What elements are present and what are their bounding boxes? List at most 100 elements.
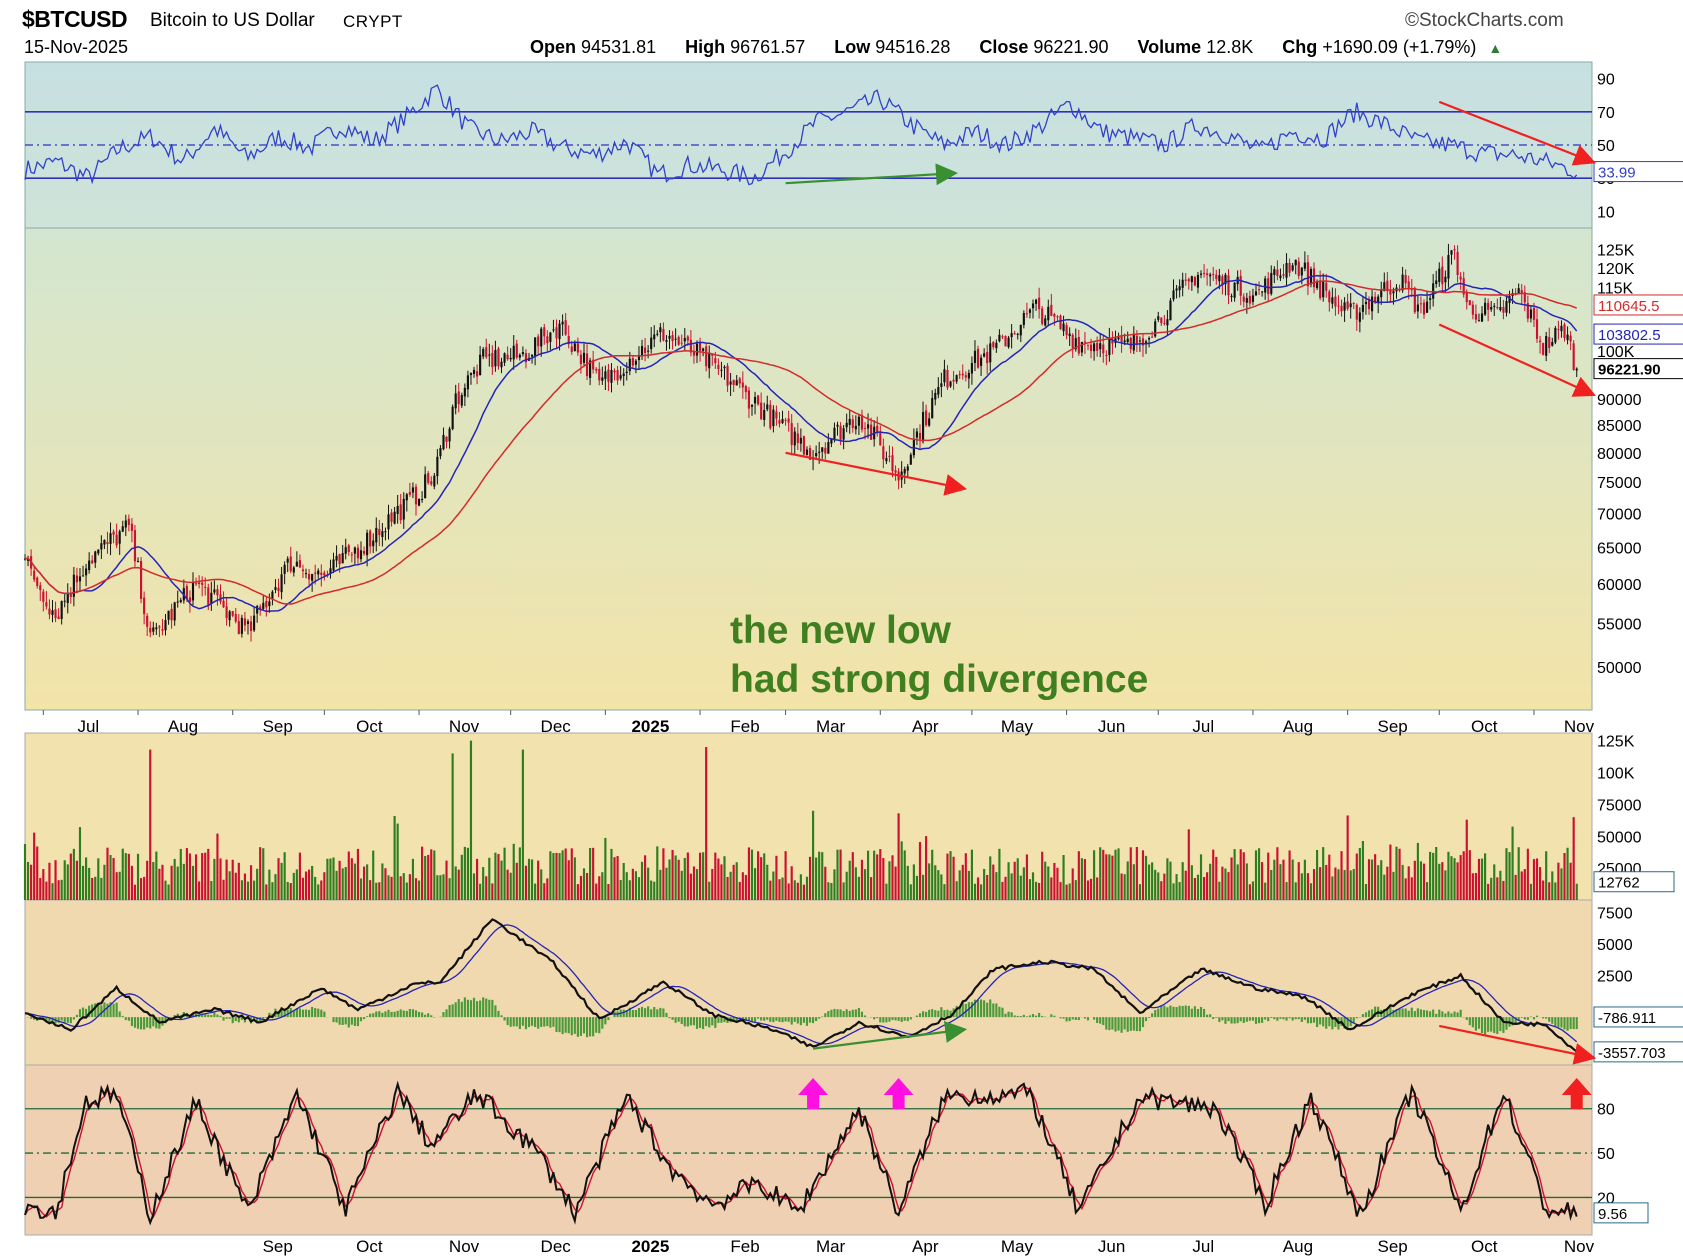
macd-histogram-bar: [219, 1015, 222, 1018]
macd-histogram-bar: [1096, 1017, 1099, 1023]
divergence-annotation: the new low had strong divergence: [730, 606, 1148, 704]
macd-histogram-bar: [515, 1017, 518, 1027]
price-candle: [85, 568, 88, 576]
price-candle: [1322, 281, 1325, 298]
macd-histogram-bar: [1154, 1010, 1157, 1018]
macd-histogram-bar: [430, 1015, 433, 1018]
price-candle: [662, 328, 665, 341]
volume-bar: [708, 881, 711, 900]
macd-histogram-bar: [1288, 1017, 1291, 1019]
macd-histogram-bar: [647, 1006, 650, 1018]
macd-histogram-bar: [130, 1017, 133, 1027]
volume-bar: [1538, 867, 1542, 900]
volume-bar: [103, 864, 106, 900]
volume-bar: [1462, 851, 1465, 900]
macd-histogram-bar: [75, 1014, 79, 1018]
macd-histogram-bar: [304, 1009, 308, 1018]
macd-histogram-bar: [399, 1009, 402, 1018]
volume-bar: [433, 850, 436, 900]
rsi-last-value: 33.99: [1598, 165, 1636, 182]
volume-bar: [1526, 848, 1529, 900]
volume-bar: [763, 853, 766, 900]
macd-histogram-bar: [1123, 1017, 1126, 1030]
volume-bar: [387, 875, 390, 900]
volume-bar: [161, 864, 164, 900]
price-candle: [659, 327, 662, 333]
price-candle: [549, 332, 552, 342]
volume-bar: [439, 875, 442, 900]
volume-bar: [45, 881, 48, 900]
macd-histogram-bar: [753, 1017, 757, 1022]
price-candle: [1209, 274, 1212, 277]
price-candle: [359, 550, 363, 560]
volume-bar: [1264, 882, 1267, 900]
volume-bar: [173, 858, 176, 900]
macd-histogram-bar: [1196, 1009, 1200, 1018]
volume-bar: [1560, 868, 1563, 900]
volume-bar: [530, 859, 534, 900]
volume-bar: [1432, 852, 1435, 900]
price-candle: [729, 381, 732, 385]
price-candle: [1245, 298, 1248, 303]
price-candle: [1169, 300, 1172, 321]
price-tick-label: 90000: [1597, 392, 1642, 409]
volume-bar: [1499, 870, 1502, 900]
price-candle: [821, 447, 824, 452]
macd-histogram-bar: [1285, 1017, 1288, 1021]
volume-bar: [384, 868, 387, 900]
macd-histogram-bar: [579, 1017, 583, 1036]
volume-bar: [259, 847, 262, 900]
price-candle: [243, 618, 247, 626]
volume-bar: [1257, 848, 1261, 900]
macd-histogram-bar: [1438, 1009, 1441, 1018]
price-candle: [1560, 325, 1563, 332]
volume-bar: [726, 876, 729, 900]
price-candle: [753, 396, 757, 404]
volume-bar: [1059, 882, 1062, 900]
price-candle: [466, 375, 469, 390]
volume-bar: [1508, 852, 1511, 900]
macd-histogram-bar: [524, 1017, 528, 1030]
price-candle: [1172, 290, 1175, 300]
price-candle: [274, 587, 277, 591]
volume-bar: [1144, 855, 1148, 900]
volume-bar: [607, 884, 610, 900]
price-candle: [1493, 305, 1496, 307]
macd-histogram-bar: [491, 999, 494, 1018]
macd-histogram-bar: [353, 1017, 356, 1026]
macd-histogram-bar: [1361, 1014, 1364, 1018]
macd-histogram-bar: [793, 1017, 796, 1022]
price-candle: [436, 456, 439, 477]
volume-bar: [616, 856, 619, 900]
volume-bar: [1148, 864, 1151, 900]
volume-bar: [946, 853, 949, 900]
price-candle: [931, 398, 934, 419]
price-candle: [543, 327, 546, 337]
price-candle: [262, 602, 265, 609]
macd-histogram-bar: [1471, 1017, 1474, 1028]
macd-histogram-bar: [472, 997, 476, 1018]
price-candle: [194, 583, 198, 585]
volume-bar: [283, 852, 286, 900]
volume-bar: [362, 866, 366, 900]
volume-bar: [949, 851, 952, 900]
volume-bar: [1138, 884, 1141, 900]
price-tick-label: 80000: [1597, 446, 1642, 463]
volume-bar: [295, 869, 298, 900]
macd-histogram-bar: [454, 1002, 457, 1018]
price-candle: [1413, 287, 1416, 313]
volume-bar: [488, 857, 491, 900]
macd-histogram-bar: [860, 1011, 864, 1018]
volume-bar: [243, 873, 247, 900]
volume-bar: [873, 850, 876, 900]
macd-histogram-bar: [1169, 1005, 1172, 1018]
macd-histogram-bar: [1093, 1017, 1096, 1020]
volume-bar: [1117, 848, 1120, 900]
price-candle: [396, 506, 399, 514]
volume-bar: [1395, 846, 1398, 900]
volume-bar: [42, 869, 45, 900]
price-candle: [454, 393, 457, 409]
volume-bar: [1230, 857, 1233, 900]
volume-bar: [286, 881, 289, 900]
volume-bar: [976, 877, 980, 900]
